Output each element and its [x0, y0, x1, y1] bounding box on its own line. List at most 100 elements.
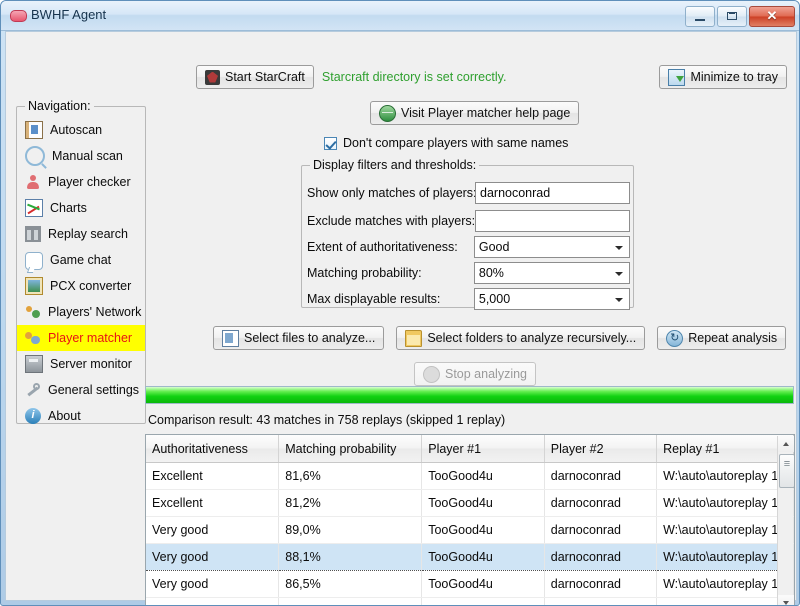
app-icon — [10, 10, 27, 22]
select-folders-button[interactable]: Select folders to analyze recursively... — [396, 326, 646, 350]
minimize-button[interactable] — [685, 6, 715, 27]
stop-analyzing-button[interactable]: Stop analyzing — [414, 362, 537, 386]
magnifier-icon — [25, 146, 45, 166]
vertical-scroll-thumb[interactable] — [779, 454, 794, 488]
table-row[interactable]: Very good 88,1% TooGood4u darnoconrad W:\aut… — [146, 543, 794, 571]
dont-compare-same-names-row[interactable]: Don't compare players with same names — [324, 136, 568, 150]
table-cell: darnoconrad — [544, 543, 658, 571]
sidebar-item-server-monitor[interactable]: Server monitor — [17, 351, 145, 377]
selected-value: 5,000 — [478, 292, 511, 306]
folder-icon — [405, 329, 423, 347]
filter-label: Extent of authoritativeness: — [307, 240, 458, 254]
table-cell: 81,6% — [278, 462, 423, 490]
minimize-to-tray-button[interactable]: Minimize to tray — [659, 65, 787, 89]
chevron-down-icon — [615, 298, 623, 302]
table-cell: 89,0% — [278, 516, 423, 544]
person-icon — [25, 174, 41, 190]
table-body: Excellent 81,6% TooGood4u darnoconrad W:\aut… — [146, 462, 794, 605]
table-cell: Very good — [146, 597, 280, 605]
max-displayable-results-select[interactable]: 5,000 — [473, 288, 630, 310]
table-cell: TooGood4u — [421, 597, 545, 605]
sidebar-item-game-chat[interactable]: Game chat — [17, 247, 145, 273]
table-cell: Very good — [146, 543, 280, 571]
sidebar-item-player-matcher[interactable]: Player matcher — [17, 325, 145, 351]
scroll-down-button[interactable] — [778, 595, 794, 605]
directory-status-text: Starcraft directory is set correctly. — [321, 70, 507, 84]
visit-help-page-button[interactable]: Visit Player matcher help page — [370, 101, 580, 125]
start-starcraft-button[interactable]: Start StarCraft — [196, 65, 314, 89]
sidebar-item-players-network[interactable]: Players' Network — [17, 299, 145, 325]
column-header[interactable]: Replay #1 — [656, 435, 794, 463]
sidebar-item-label: Server monitor — [50, 357, 132, 371]
wrench-icon — [25, 382, 41, 398]
window-controls: ✕ — [685, 6, 795, 27]
column-header[interactable]: Authoritativeness — [146, 435, 280, 463]
start-starcraft-row: Start StarCraft Starcraft directory is s… — [196, 65, 506, 89]
server-icon — [25, 355, 43, 373]
close-button[interactable]: ✕ — [749, 6, 795, 27]
table-cell: 81,2% — [278, 489, 423, 517]
navigation-list: Autoscan Manual scan Player checker Charts R… — [17, 117, 145, 429]
filter-label: Show only matches of players: — [307, 186, 477, 200]
player-matcher-icon — [25, 330, 41, 346]
repeat-icon — [666, 329, 684, 347]
dont-compare-same-names-checkbox[interactable] — [324, 136, 337, 150]
table-cell: W:\auto\autoreplay 11th — [656, 462, 794, 490]
repeat-analysis-button[interactable]: Repeat analysis — [657, 326, 787, 350]
sidebar-item-manual-scan[interactable]: Manual scan — [17, 143, 145, 169]
column-header[interactable]: Player #1 — [421, 435, 545, 463]
table-row[interactable]: Very good 86,5% TooGood4u darnoconrad W:\aut… — [146, 570, 794, 598]
sidebar-item-autoscan[interactable]: Autoscan — [17, 117, 145, 143]
table-cell: Very good — [146, 570, 280, 598]
vertical-scrollbar[interactable] — [777, 436, 794, 605]
table-cell: W:\auto\autoreplay 11th — [656, 543, 794, 571]
table-row[interactable]: Very good85,9%TooGood4udarnoconradW:\aut… — [146, 597, 794, 605]
select-folders-label: Select folders to analyze recursively... — [427, 331, 637, 345]
sidebar-item-general-settings[interactable]: General settings — [17, 377, 145, 403]
maximize-button[interactable] — [717, 6, 747, 27]
sidebar-item-charts[interactable]: Charts — [17, 195, 145, 221]
dont-compare-same-names-label: Don't compare players with same names — [343, 136, 569, 150]
selected-value: 80% — [478, 266, 504, 280]
filter-row: Show only matches of players: darnoconrad — [307, 182, 630, 204]
sidebar-item-player-checker[interactable]: Player checker — [17, 169, 145, 195]
matching-probability-select[interactable]: 80% — [473, 262, 630, 284]
scroll-up-button[interactable] — [778, 436, 794, 452]
globe-icon — [379, 104, 396, 122]
table-cell: W:\auto\autoreplay 11th — [656, 516, 794, 544]
chevron-down-icon — [615, 246, 623, 250]
sidebar-item-about[interactable]: About — [17, 403, 145, 429]
table-cell: W:\auto\autoreplay 11th — [656, 489, 794, 517]
sidebar-item-pcx-converter[interactable]: PCX converter — [17, 273, 145, 299]
minimize-to-tray-label: Minimize to tray — [690, 70, 778, 84]
table-row[interactable]: Excellent 81,2% TooGood4u darnoconrad W:\aut… — [146, 489, 794, 517]
select-files-button[interactable]: Select files to analyze... — [213, 326, 385, 350]
minimize-icon — [695, 19, 705, 21]
starcraft-icon — [205, 69, 220, 85]
filter-row: Exclude matches with players: — [307, 210, 630, 232]
table-cell: TooGood4u — [421, 462, 545, 490]
table-cell: TooGood4u — [421, 543, 545, 571]
table-header-row: Authoritativeness Matching probability Pla… — [146, 435, 794, 463]
sidebar-item-replay-search[interactable]: Replay search — [17, 221, 145, 247]
sidebar-item-label: Autoscan — [50, 123, 103, 137]
show-only-matches-of-players-input[interactable]: darnoconrad — [475, 182, 630, 204]
results-table: Authoritativeness Matching probability Pla… — [146, 435, 794, 605]
sidebar-item-label: Charts — [50, 201, 87, 215]
exclude-matches-with-players-input[interactable] — [475, 210, 630, 232]
comparison-result-label: Comparison result: 43 matches in 758 rep… — [148, 413, 506, 427]
display-filters-group: Display filters and thresholds: Show onl… — [301, 158, 634, 310]
stop-icon — [423, 365, 440, 383]
column-header[interactable]: Matching probability — [278, 435, 423, 463]
table-cell: TooGood4u — [421, 570, 545, 598]
filter-row: Matching probability: 80% — [307, 262, 630, 284]
extent-of-authoritativeness-select[interactable]: Good — [473, 236, 630, 258]
close-icon: ✕ — [766, 8, 778, 23]
table-row[interactable]: Excellent 81,6% TooGood4u darnoconrad W:\aut… — [146, 462, 794, 490]
table-row[interactable]: Very good 89,0% TooGood4u darnoconrad W:\aut… — [146, 516, 794, 544]
chat-bubble-icon — [25, 252, 43, 270]
column-header[interactable]: Player #2 — [544, 435, 658, 463]
sidebar-item-label: Player checker — [48, 175, 131, 189]
sidebar-item-label: Game chat — [50, 253, 112, 267]
chevron-down-icon — [783, 601, 789, 605]
